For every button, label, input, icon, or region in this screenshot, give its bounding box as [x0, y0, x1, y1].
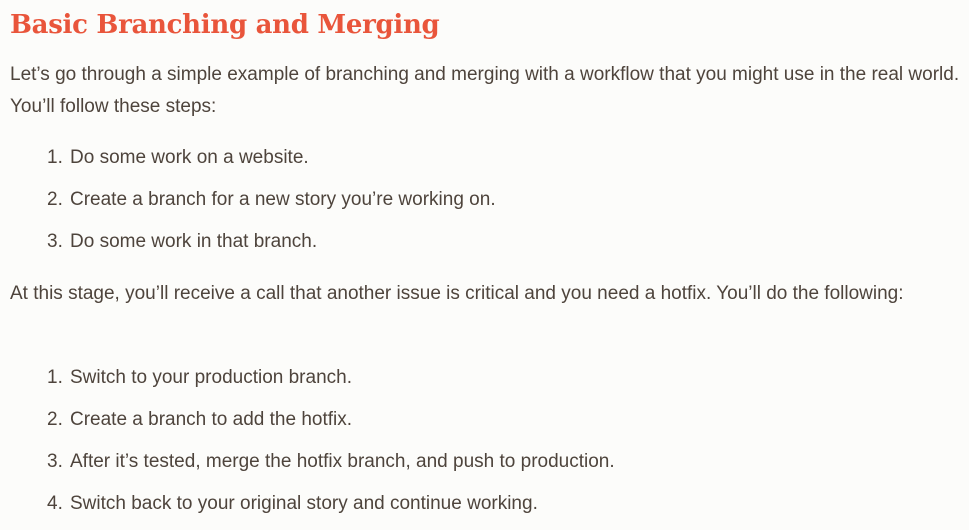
hotfix-paragraph: At this stage, you’ll receive a call tha…: [10, 283, 904, 304]
list-item-text: Create a branch to add the hotfix.: [70, 409, 353, 430]
list-item-text: Switch to your production branch.: [70, 367, 352, 388]
list-item-text: Do some work on a website.: [70, 147, 309, 168]
list-item-number: 3.: [47, 231, 63, 252]
list-item-text: After it’s tested, merge the hotfix bran…: [70, 451, 615, 472]
list-item-number: 1.: [47, 147, 63, 168]
list-item-number: 2.: [47, 409, 63, 430]
list-item-number: 2.: [47, 189, 63, 210]
list-item-text: Create a branch for a new story you’re w…: [70, 189, 496, 210]
list-item-text: Switch back to your original story and c…: [70, 493, 538, 514]
section-heading: Basic Branching and Merging: [10, 10, 440, 40]
list-item-text: Do some work in that branch.: [70, 231, 318, 252]
list-item-number: 4.: [47, 493, 63, 514]
list-item-number: 3.: [47, 451, 63, 472]
list-item-number: 1.: [47, 367, 63, 388]
article-content: Basic Branching and Merging Let’s go thr…: [0, 0, 969, 529]
intro-paragraph: Let’s go through a simple example of bra…: [10, 64, 960, 117]
